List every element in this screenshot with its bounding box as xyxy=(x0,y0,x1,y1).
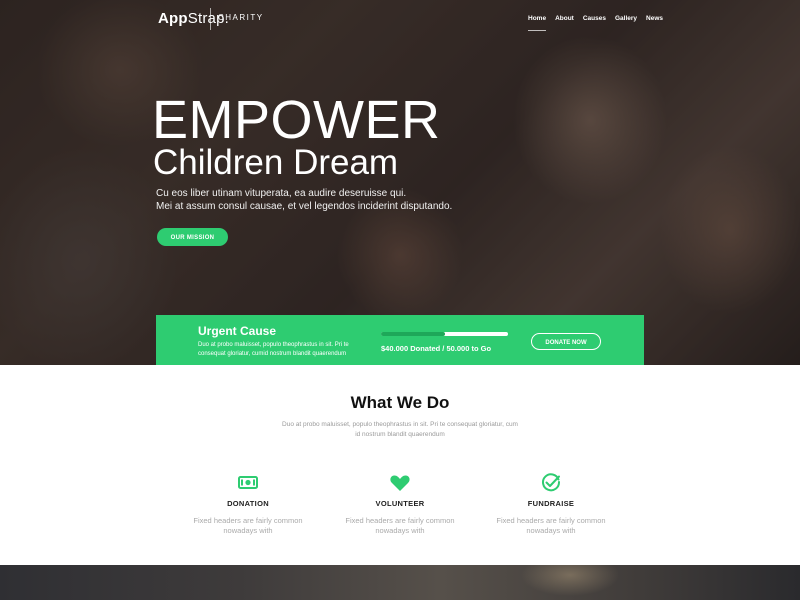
hero-title: EMPOWER xyxy=(152,90,441,150)
donate-now-button[interactable]: DONATE NOW xyxy=(531,333,601,350)
feature-fundraise: FUNDRAISE Fixed headers are fairly commo… xyxy=(481,473,621,536)
hero-description: Cu eos liber utinam vituperata, ea audir… xyxy=(156,187,456,213)
section-description-line: id nostrum blandit quaerendum xyxy=(355,431,445,438)
feature-text-line: nowadays with xyxy=(375,526,425,535)
donation-progress-bar xyxy=(381,332,508,336)
nav-item-news[interactable]: News xyxy=(646,15,663,22)
section-description-line: Duo at probo maluisset, populo theophras… xyxy=(282,421,518,428)
feature-text-line: nowadays with xyxy=(526,526,576,535)
urgent-cause-banner: Urgent Cause Duo at probo maluisset, pop… xyxy=(156,315,644,365)
feature-text-line: Fixed headers are fairly common xyxy=(193,516,303,525)
feature-text-line: nowadays with xyxy=(223,526,273,535)
hero-section xyxy=(0,0,800,365)
feature-text: Fixed headers are fairly common nowadays… xyxy=(330,516,470,536)
nav-item-home[interactable]: Home xyxy=(528,15,547,31)
feature-donation: DONATION Fixed headers are fairly common… xyxy=(178,473,318,536)
urgent-cause-title: Urgent Cause xyxy=(198,324,277,338)
feature-title: DONATION xyxy=(227,499,269,508)
next-section-background xyxy=(0,565,800,600)
our-mission-button[interactable]: OUR MISSION xyxy=(157,228,228,246)
feature-text: Fixed headers are fairly common nowadays… xyxy=(481,516,621,536)
heart-icon xyxy=(390,475,410,491)
hero-subtitle: Children Dream xyxy=(153,143,399,182)
urgent-cause-text: Duo at probo maluisset, populo theophras… xyxy=(198,341,349,359)
feature-volunteer: VOLUNTEER Fixed headers are fairly commo… xyxy=(330,473,470,536)
brand-tagline: CHARITY xyxy=(218,13,264,22)
section-title: What We Do xyxy=(350,393,450,412)
section-description: Duo at probo maluisset, populo theophras… xyxy=(0,420,800,440)
main-nav: Home About Causes Gallery News xyxy=(528,15,672,31)
money-icon xyxy=(238,476,258,489)
nav-item-causes[interactable]: Causes xyxy=(583,15,606,22)
donation-progress-text: $40.000 Donated / 50.000 to Go xyxy=(381,344,492,353)
feature-text-line: Fixed headers are fairly common xyxy=(496,516,606,525)
feature-text-line: Fixed headers are fairly common xyxy=(345,516,455,525)
nav-item-gallery[interactable]: Gallery xyxy=(615,15,637,22)
feature-text: Fixed headers are fairly common nowadays… xyxy=(178,516,318,536)
donation-progress-fill xyxy=(381,332,445,336)
hero-description-line: Cu eos liber utinam vituperata, ea audir… xyxy=(156,188,407,199)
brand-name-bold: App xyxy=(158,10,188,27)
urgent-cause-text-line: consequat gloriatur, cumid nostrum bland… xyxy=(198,351,347,357)
brand-divider xyxy=(210,8,211,30)
feature-title: VOLUNTEER xyxy=(375,499,425,508)
top-navbar: AppStrap. CHARITY Home About Causes Gall… xyxy=(0,0,800,40)
feature-title: FUNDRAISE xyxy=(527,499,575,508)
hero-description-line: Mei at assum consul causae, et vel legen… xyxy=(156,201,453,212)
check-circle-icon xyxy=(542,473,561,492)
urgent-cause-text-line: Duo at probo maluisset, populo theophras… xyxy=(198,342,349,348)
nav-item-about[interactable]: About xyxy=(555,15,574,22)
